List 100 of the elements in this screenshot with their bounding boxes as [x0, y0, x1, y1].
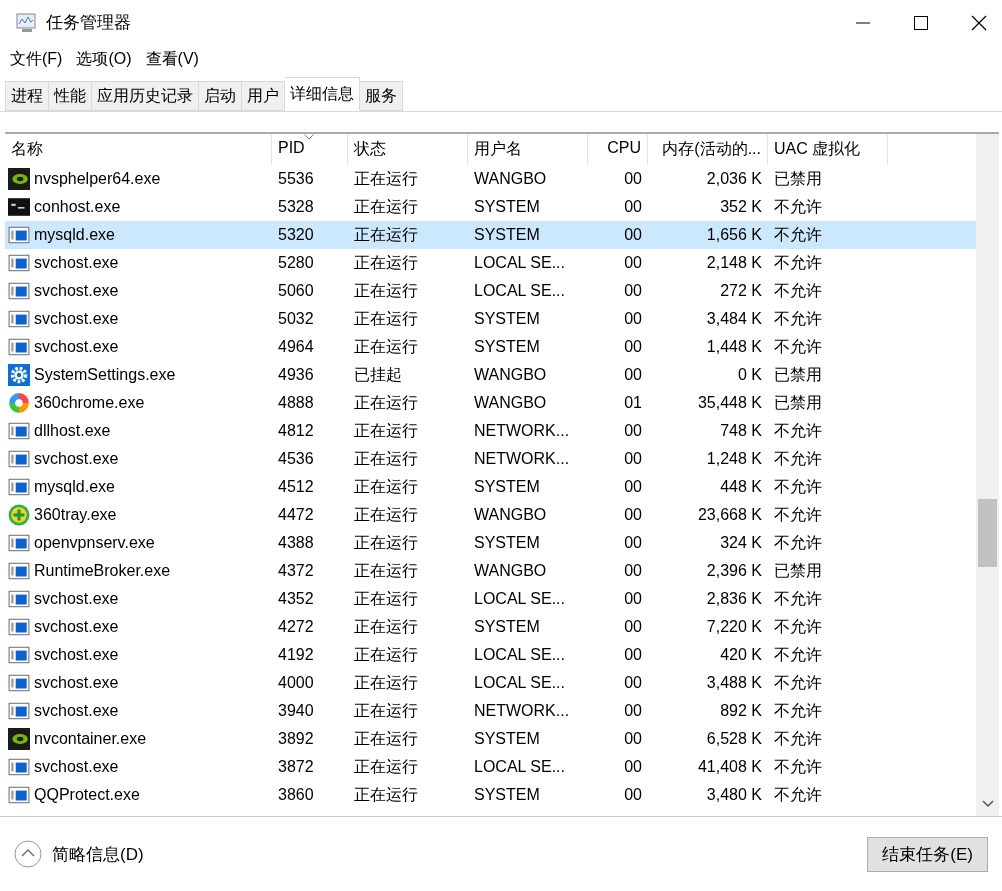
table-cell: WANGBO [474, 366, 547, 383]
table-cell: SYSTEM [474, 338, 540, 355]
table-cell: 已禁用 [774, 561, 822, 579]
tab[interactable]: 性能 [49, 81, 92, 111]
table-cell: 已挂起 [354, 365, 402, 383]
process-name: svchost.exe [34, 674, 119, 692]
table-cell: 00 [624, 702, 642, 719]
process-name: 360chrome.exe [34, 394, 145, 412]
scrollbar[interactable] [976, 134, 999, 816]
window-icon [8, 560, 30, 582]
table-cell: 正在运行 [354, 617, 418, 635]
table-cell: 不允许 [774, 197, 822, 215]
table-cell: 00 [624, 226, 642, 243]
table-cell: 0 K [738, 366, 762, 383]
table-cell: 正在运行 [354, 533, 418, 551]
table-cell: 不允许 [774, 589, 822, 607]
table-cell: 正在运行 [354, 253, 418, 271]
table-cell: 不允许 [774, 785, 822, 803]
table-cell: 4812 [278, 422, 314, 439]
column-header[interactable]: CPU [588, 134, 648, 165]
process-name: SystemSettings.exe [34, 366, 176, 384]
tab[interactable]: 启动 [199, 81, 242, 111]
window-title: 任务管理器 [46, 12, 132, 34]
table-cell: 4536 [278, 450, 314, 467]
table-cell: 3,480 K [706, 786, 762, 803]
column-header[interactable]: PID [272, 134, 348, 165]
table-cell: 748 K [720, 422, 762, 439]
table-cell: 5536 [278, 170, 314, 187]
process-name: svchost.exe [34, 758, 119, 776]
table-cell: 5320 [278, 226, 314, 243]
table-cell: 已禁用 [774, 393, 822, 411]
column-header[interactable]: 用户名 [468, 134, 588, 165]
table-cell: 00 [624, 618, 642, 635]
table-cell: 2,396 K [706, 562, 762, 579]
table-cell: 正在运行 [354, 645, 418, 663]
table-cell: 1,448 K [706, 338, 762, 355]
tab[interactable]: 服务 [360, 81, 403, 111]
tab[interactable]: 详细信息 [285, 77, 360, 111]
menu-item[interactable]: 查看(V) [145, 47, 199, 71]
process-name: svchost.exe [34, 338, 119, 356]
gear-icon [8, 364, 30, 386]
table-cell: 正在运行 [354, 589, 418, 607]
details-toggle-link[interactable]: 简略信息(D) [52, 842, 144, 866]
table-cell: 正在运行 [354, 421, 418, 439]
table-cell: 3940 [278, 702, 314, 719]
table-cell: 4352 [278, 590, 314, 607]
window-icon [8, 336, 30, 358]
table-cell: 正在运行 [354, 197, 418, 215]
column-header[interactable]: UAC 虚拟化 [768, 134, 888, 165]
table-cell: 4372 [278, 562, 314, 579]
collapse-icon[interactable] [14, 840, 42, 868]
table-cell: 3,488 K [706, 674, 762, 691]
table-cell: 正在运行 [354, 169, 418, 187]
table-cell: 4000 [278, 674, 314, 691]
window-icon [8, 644, 30, 666]
table-cell: 不允许 [774, 421, 822, 439]
table-cell: LOCAL SE... [474, 254, 565, 271]
tab[interactable]: 用户 [242, 81, 285, 111]
process-name: svchost.exe [34, 590, 119, 608]
table-cell: 4964 [278, 338, 314, 355]
column-header[interactable]: 状态 [348, 134, 468, 165]
column-header[interactable]: 名称 [5, 134, 272, 165]
table-cell: 5032 [278, 310, 314, 327]
menu-item[interactable]: 文件(F) [10, 47, 63, 71]
table-cell: 7,220 K [706, 618, 762, 635]
table-cell: 00 [624, 198, 642, 215]
scroll-down-icon[interactable] [981, 800, 994, 808]
table-cell: 正在运行 [354, 561, 418, 579]
table-cell: SYSTEM [474, 226, 540, 243]
table-cell: 324 K [720, 534, 762, 551]
process-name: svchost.exe [34, 310, 119, 328]
scroll-thumb[interactable] [978, 499, 997, 567]
table-cell: 4388 [278, 534, 314, 551]
close-icon[interactable] [971, 14, 987, 31]
table-cell: 00 [624, 170, 642, 187]
table-cell: SYSTEM [474, 198, 540, 215]
process-name: svchost.exe [34, 618, 119, 636]
process-name: svchost.exe [34, 450, 119, 468]
table-cell: 不允许 [774, 225, 822, 243]
tab[interactable]: 进程 [5, 81, 49, 111]
table-cell: LOCAL SE... [474, 282, 565, 299]
color-wheel-icon [8, 392, 30, 414]
end-task-button[interactable]: 结束任务(E) [867, 836, 988, 872]
table-cell: 35,448 K [697, 394, 762, 411]
window-icon [8, 532, 30, 554]
table-cell: 正在运行 [354, 757, 418, 775]
menu-item[interactable]: 选项(O) [76, 47, 132, 71]
window-icon [8, 308, 30, 330]
column-header[interactable]: 内存(活动的... [648, 134, 768, 165]
table-cell: 正在运行 [354, 309, 418, 327]
table-cell: 00 [624, 422, 642, 439]
table-cell: SYSTEM [474, 618, 540, 635]
window-icon [8, 784, 30, 806]
table-cell: 00 [624, 674, 642, 691]
table-cell: WANGBO [474, 506, 547, 523]
table-cell: 不允许 [774, 757, 822, 775]
tab[interactable]: 应用历史记录 [92, 81, 199, 111]
maximize-icon[interactable] [913, 14, 929, 31]
window-icon [8, 420, 30, 442]
process-name: conhost.exe [34, 198, 121, 216]
